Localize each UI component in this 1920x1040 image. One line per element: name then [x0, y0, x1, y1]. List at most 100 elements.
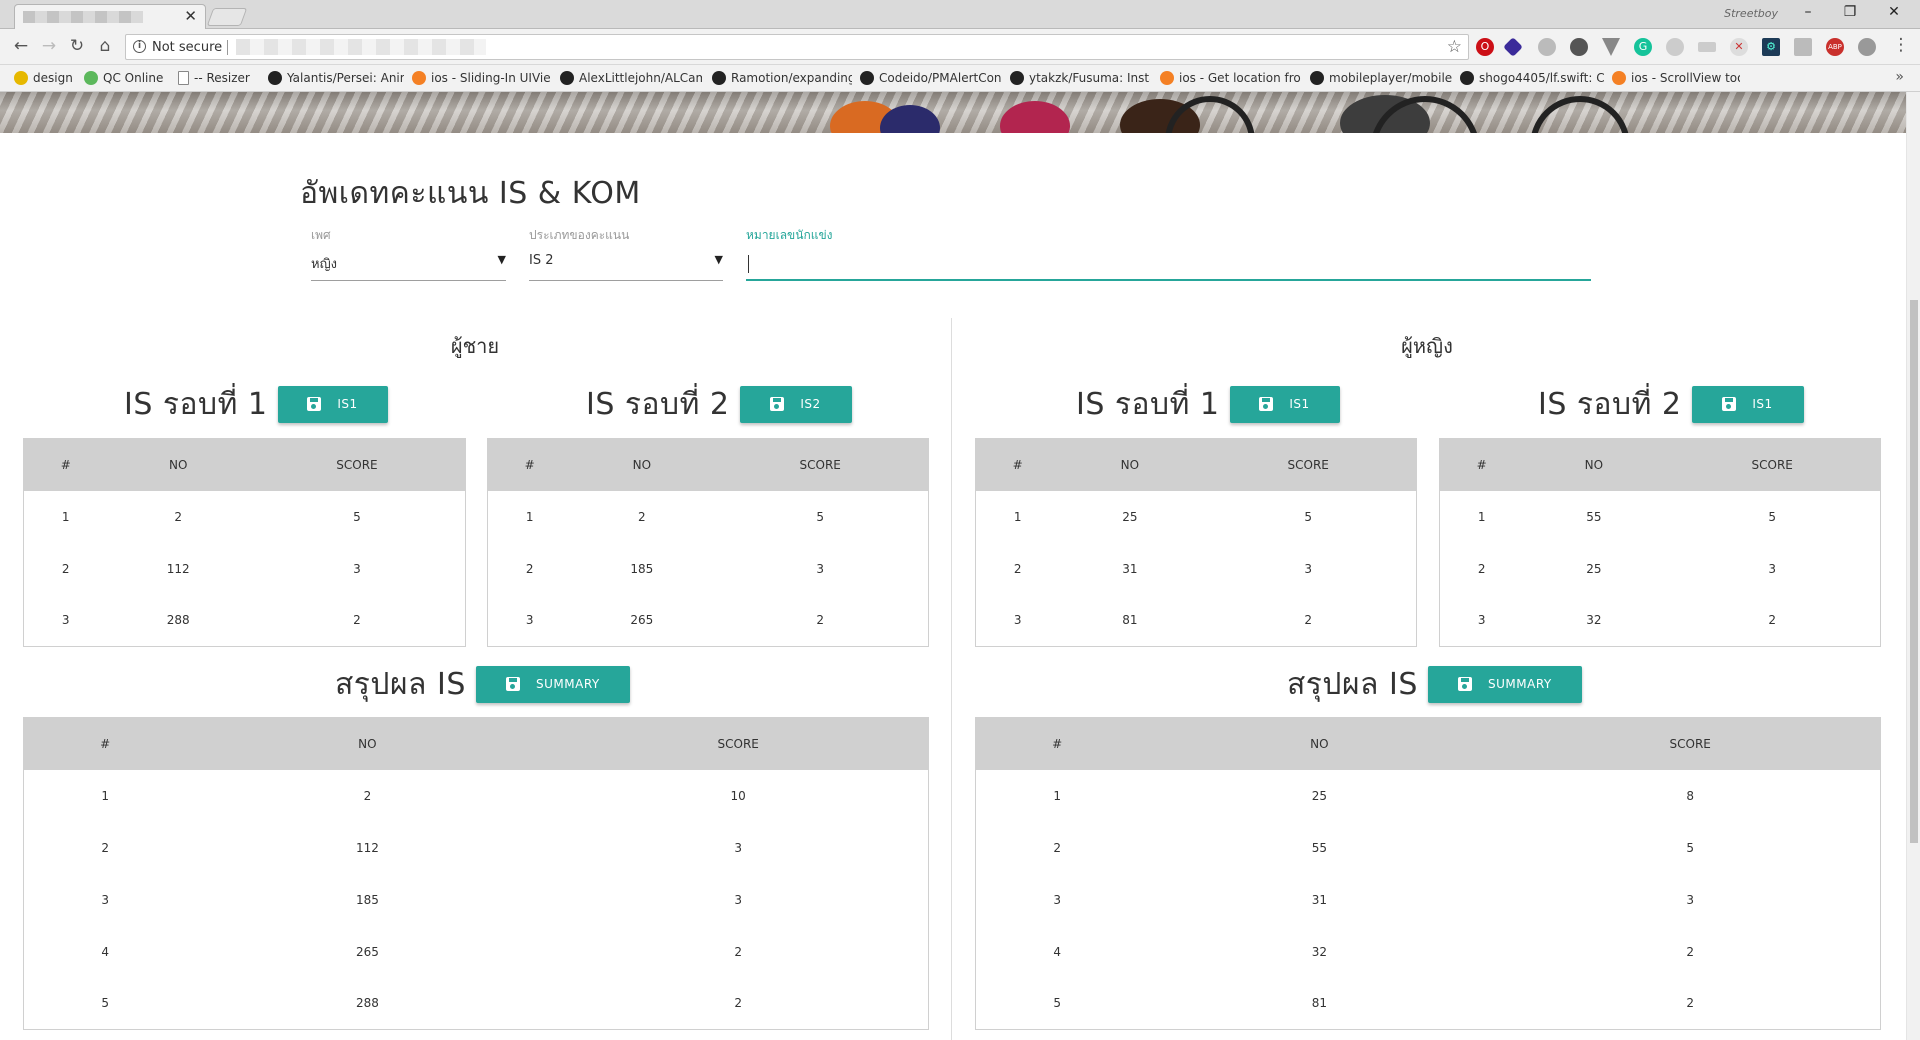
column-header-score[interactable]: SCORE	[548, 718, 928, 770]
column-header-no[interactable]: NO	[107, 439, 248, 491]
table-row: 3 32 2	[1440, 595, 1881, 647]
bookmark-item[interactable]: shogo4405/lf.swift: C	[1460, 71, 1604, 85]
bookmark-favicon-icon	[412, 71, 426, 85]
save-is1-button[interactable]: IS1	[1691, 385, 1804, 423]
column-header-score[interactable]: SCORE	[1500, 718, 1880, 770]
bookmarks-more-icon[interactable]: »	[1895, 69, 1904, 85]
bookmark-item[interactable]: mobileplayer/mobile	[1310, 71, 1452, 85]
summary-title: สรุปผล IS	[335, 666, 466, 702]
racer-number-cell: 32	[1586, 613, 1602, 628]
bookmark-item[interactable]: ios - ScrollView too s	[1612, 71, 1740, 85]
info-icon[interactable]: i	[133, 40, 146, 53]
racer-number-input[interactable]	[746, 251, 1591, 281]
adblock-icon[interactable]: ABP	[1826, 38, 1844, 56]
close-window-icon[interactable]: ✕	[1882, 4, 1906, 20]
women-summary-header: สรุปผล IS SUMMARY	[1287, 664, 1582, 704]
save-icon	[1259, 397, 1274, 411]
racer-number-cell: 112	[355, 840, 379, 855]
save-is1-button[interactable]: IS1	[1229, 385, 1340, 423]
minimize-icon[interactable]: –	[1796, 4, 1820, 20]
rank-cell: 4	[1053, 944, 1062, 959]
back-icon[interactable]: ←	[10, 36, 32, 56]
scrollbar-thumb[interactable]	[1910, 300, 1918, 843]
extension-dev-icon[interactable]: ⚙	[1762, 38, 1780, 56]
column-header-no[interactable]: NO	[571, 439, 712, 491]
bookmark-item[interactable]: ytakzk/Fusuma: Insta	[1010, 71, 1150, 85]
column-header-index[interactable]: #	[976, 718, 1139, 770]
bookmark-item[interactable]: Codeido/PMAlertCon	[860, 71, 1002, 85]
racer-number-field[interactable]: หมายเลขนักแข่ง	[746, 226, 1591, 281]
gender-divider	[951, 318, 952, 1040]
extension-vee-icon[interactable]	[1602, 38, 1620, 56]
browser-tab[interactable]: ✕	[14, 4, 206, 29]
score-cell: 5	[1686, 840, 1695, 855]
bookmark-item[interactable]: ios - Get location fro	[1160, 71, 1302, 85]
extension-image-icon[interactable]	[1794, 38, 1812, 56]
bookmark-label: AlexLittlejohn/ALCam	[579, 71, 702, 85]
column-header-index[interactable]: #	[24, 439, 108, 491]
column-header-score[interactable]: SCORE	[712, 439, 928, 491]
racer-number-cell: 265	[355, 944, 379, 959]
opera-extension-icon[interactable]: O	[1476, 38, 1494, 56]
bookmark-item[interactable]: design	[14, 71, 74, 85]
bookmark-item[interactable]: ios - Sliding-In UIVie	[412, 71, 552, 85]
bookmark-item[interactable]: Yalantis/Persei: Anim	[268, 71, 404, 85]
page-scrollbar[interactable]	[1906, 92, 1920, 1040]
bookmark-item[interactable]: Ramotion/expanding	[712, 71, 852, 85]
bookmark-item[interactable]: AlexLittlejohn/ALCam	[560, 71, 702, 85]
score-cell: 2	[1686, 996, 1695, 1011]
table-row: 1 25 8	[976, 770, 1881, 822]
score-type-select[interactable]: ประเภทของคะแนน IS 2 ▼	[529, 226, 723, 281]
bookmark-item[interactable]: QC Online	[84, 71, 170, 85]
men-heading: ผู้ชาย	[450, 334, 500, 358]
column-header-no[interactable]: NO	[1138, 718, 1500, 770]
bookmark-favicon-icon	[860, 71, 874, 85]
extension-gray-icon[interactable]	[1538, 38, 1556, 56]
address-bar[interactable]: i Not secure ☆	[125, 34, 1469, 60]
column-header-no[interactable]: NO	[1059, 439, 1200, 491]
extension-person-icon[interactable]	[1666, 38, 1684, 56]
button-label: IS1	[1289, 397, 1310, 411]
save-icon	[307, 397, 322, 411]
column-header-score[interactable]: SCORE	[1664, 439, 1880, 491]
column-header-score[interactable]: SCORE	[1200, 439, 1416, 491]
save-is1-button[interactable]: IS1	[277, 385, 388, 423]
tab-close-icon[interactable]: ✕	[184, 7, 197, 25]
table-row: 4 32 2	[976, 926, 1881, 978]
bookmark-item[interactable]: -- Resizer	[178, 71, 258, 85]
extension-diamond-icon[interactable]	[1503, 37, 1523, 57]
extension-shield-icon[interactable]	[1858, 38, 1876, 56]
save-summary-button[interactable]: SUMMARY	[1427, 665, 1582, 703]
racer-number-cell: 31	[1311, 892, 1328, 907]
column-header-no[interactable]: NO	[1523, 439, 1664, 491]
forward-icon[interactable]: →	[38, 36, 60, 56]
save-summary-button[interactable]: SUMMARY	[475, 665, 630, 703]
round-title: IS รอบที่ 2	[586, 386, 730, 422]
profile-name[interactable]: Streetboy	[1724, 7, 1778, 20]
column-header-score[interactable]: SCORE	[249, 439, 466, 491]
table-row: 1 2 5	[24, 491, 466, 543]
women-round2-header: IS รอบที่ 2 IS1	[1538, 384, 1804, 424]
extension-compass-icon[interactable]	[1570, 38, 1588, 56]
racer-number-cell: 25	[1311, 788, 1328, 803]
gender-select[interactable]: เพศ หญิง ▼	[311, 226, 506, 281]
button-label: SUMMARY	[536, 677, 600, 691]
column-header-no[interactable]: NO	[186, 718, 548, 770]
score-cell: 3	[734, 892, 743, 907]
reload-icon[interactable]: ↻	[66, 36, 88, 56]
home-icon[interactable]: ⌂	[94, 36, 116, 56]
save-is2-button[interactable]: IS2	[739, 385, 852, 423]
column-header-index[interactable]: #	[976, 439, 1060, 491]
bookmark-star-icon[interactable]: ☆	[1447, 37, 1462, 57]
restore-icon[interactable]: ❐	[1838, 4, 1862, 20]
extension-close-circle-icon[interactable]: ✕	[1730, 38, 1748, 56]
column-header-index[interactable]: #	[488, 439, 572, 491]
score-cell: 3	[1768, 561, 1777, 576]
column-header-index[interactable]: #	[1440, 439, 1524, 491]
new-tab-button[interactable]	[206, 8, 248, 26]
table-row: 2 25 3	[1440, 543, 1881, 595]
column-header-index[interactable]: #	[24, 718, 187, 770]
grammarly-icon[interactable]: G	[1634, 38, 1652, 56]
extension-bed-icon[interactable]	[1698, 42, 1716, 52]
menu-icon[interactable]: ⋮	[1890, 35, 1912, 55]
